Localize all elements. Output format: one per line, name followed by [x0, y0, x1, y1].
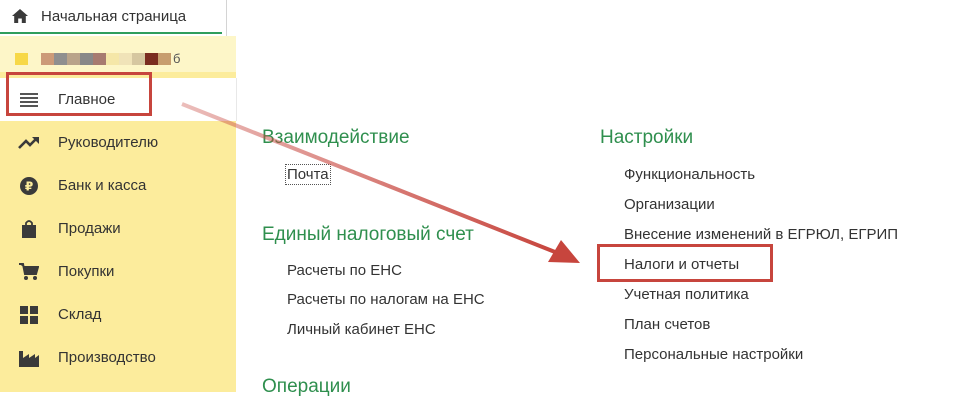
svg-text:₽: ₽ — [25, 179, 33, 193]
cart-icon — [18, 261, 40, 283]
warehouse-grid-icon — [18, 304, 40, 326]
home-icon — [11, 6, 31, 26]
link-ens-personal-account[interactable]: Личный кабинет ЕНС — [287, 321, 436, 338]
sidebar-item-label: Банк и касса — [58, 177, 147, 194]
tab-divider — [226, 0, 227, 36]
tab-home-page[interactable]: Начальная страница — [0, 0, 222, 34]
blurred-tail-text: б — [173, 51, 181, 66]
blurred-organization-name: б — [15, 51, 181, 66]
section-title-operations: Операции — [262, 376, 351, 397]
tab-label: Начальная страница — [41, 7, 187, 25]
link-accounting-policy[interactable]: Учетная политика — [624, 286, 749, 303]
section-title-interaction: Взаимодействие — [262, 127, 410, 148]
sidebar-item-bank[interactable]: ₽ Банк и касса — [0, 164, 236, 207]
link-ens-tax-settlements[interactable]: Расчеты по налогам на ЕНС — [287, 291, 485, 308]
link-organizations[interactable]: Организации — [624, 196, 715, 213]
sidebar-item-production[interactable]: Производство — [0, 336, 236, 379]
link-personal-settings[interactable]: Персональные настройки — [624, 346, 803, 363]
link-chart-of-accounts[interactable]: План счетов — [624, 316, 710, 333]
sidebar-item-label: Склад — [58, 306, 102, 323]
link-egrul-changes[interactable]: Внесение изменений в ЕГРЮЛ, ЕГРИП — [624, 226, 898, 243]
section-title-settings: Настройки — [600, 127, 694, 148]
section-title-ens: Единый налоговый счет — [262, 224, 474, 245]
main-content — [237, 36, 953, 392]
menu-icon — [18, 89, 40, 111]
sidebar-item-purchases[interactable]: Покупки — [0, 250, 236, 293]
sidebar-item-label: Производство — [58, 349, 156, 366]
organization-selector[interactable]: б — [0, 36, 236, 72]
sidebar-item-label: Главное — [58, 91, 116, 108]
sidebar-item-label: Руководителю — [58, 134, 159, 151]
shopping-bag-icon — [18, 218, 40, 240]
sidebar-item-manager[interactable]: Руководителю — [0, 121, 236, 164]
trend-up-icon — [18, 132, 40, 154]
link-taxes-and-reports[interactable]: Налоги и отчеты — [624, 256, 739, 273]
ruble-icon: ₽ — [18, 175, 40, 197]
tab-bar: Начальная страница — [0, 0, 953, 36]
sidebar-item-label: Продажи — [58, 220, 121, 237]
sidebar-item-main[interactable]: Главное — [0, 78, 237, 121]
sidebar-item-warehouse[interactable]: Склад — [0, 293, 236, 336]
link-mail[interactable]: Почта — [285, 164, 331, 185]
sidebar-item-sales[interactable]: Продажи — [0, 207, 236, 250]
factory-icon — [18, 347, 40, 369]
link-ens-settlements[interactable]: Расчеты по ЕНС — [287, 262, 402, 279]
link-functionality[interactable]: Функциональность — [624, 166, 755, 183]
sidebar-item-label: Покупки — [58, 263, 115, 280]
